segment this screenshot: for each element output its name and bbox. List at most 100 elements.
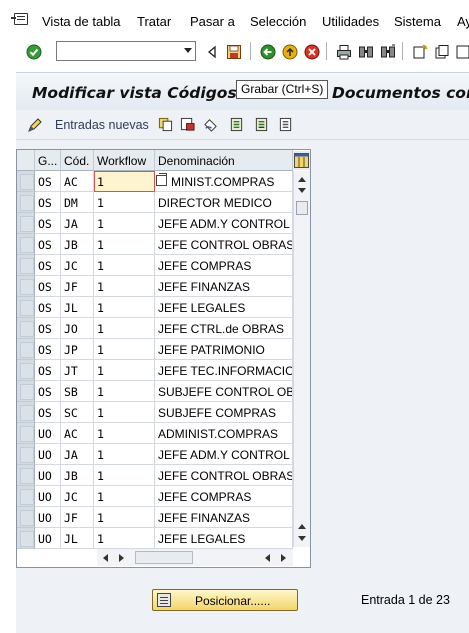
- cell-code: JL: [61, 297, 94, 318]
- cell-workflow[interactable]: 1: [94, 255, 155, 276]
- new-session-icon[interactable]: [412, 44, 428, 60]
- scroll-left-icon[interactable]: [103, 554, 108, 562]
- cell-workflow[interactable]: 1: [94, 213, 155, 234]
- cell-workflow[interactable]: 1: [94, 423, 155, 444]
- cell-code: JC: [61, 486, 94, 507]
- table-row: OS JT 1 JEFE TEC.INFORMACION: [17, 360, 310, 381]
- cell-group: UO: [35, 486, 61, 507]
- chevron-down-icon[interactable]: [184, 48, 192, 53]
- cell-workflow[interactable]: 1: [94, 339, 155, 360]
- table-row: UO AC 1 ADMINIST.COMPRAS: [17, 423, 310, 444]
- row-selector[interactable]: [17, 297, 35, 318]
- find-icon[interactable]: [358, 44, 374, 60]
- row-selector[interactable]: [17, 213, 35, 234]
- scroll-right-icon[interactable]: [119, 554, 124, 562]
- column-header-group[interactable]: G...: [35, 150, 61, 171]
- column-header-workflow[interactable]: Workflow: [94, 150, 155, 171]
- scroll-up-icon[interactable]: [298, 177, 306, 182]
- vertical-scrollbar[interactable]: [293, 171, 310, 547]
- row-selector[interactable]: [17, 339, 35, 360]
- column-header-code[interactable]: Cód.: [61, 150, 94, 171]
- row-selector[interactable]: [17, 318, 35, 339]
- save-icon[interactable]: [226, 44, 242, 60]
- scroll-left-end-icon[interactable]: [265, 554, 270, 562]
- row-selector[interactable]: [17, 255, 35, 276]
- page-up-icon[interactable]: [298, 524, 306, 529]
- table-row: OS JO 1 JEFE CTRL.de OBRAS: [17, 318, 310, 339]
- select-all-header[interactable]: [17, 150, 35, 171]
- layout-menu-icon[interactable]: [455, 44, 469, 60]
- exit-icon[interactable]: [282, 44, 298, 60]
- cell-workflow-text: 1: [97, 532, 104, 546]
- scroll-thumb[interactable]: [296, 201, 308, 215]
- command-field[interactable]: [56, 41, 196, 61]
- cell-workflow[interactable]: 1: [94, 465, 155, 486]
- column-header-denomination[interactable]: Denominación: [155, 150, 293, 171]
- cell-denomination: JEFE CONTROL OBRAS: [155, 234, 293, 255]
- cell-workflow[interactable]: 1: [94, 444, 155, 465]
- collapse-toolbar-icon[interactable]: [204, 44, 220, 60]
- cell-denomination: JEFE CONTROL OBRAS: [155, 465, 293, 486]
- table-settings-icon[interactable]: [293, 151, 310, 170]
- system-menu-icon[interactable]: [11, 13, 28, 25]
- position-button[interactable]: Posicionar......: [152, 589, 298, 611]
- row-selector[interactable]: [17, 444, 35, 465]
- cell-workflow[interactable]: 1: [94, 276, 155, 297]
- scroll-down-icon[interactable]: [298, 536, 306, 541]
- cell-workflow[interactable]: 1: [94, 402, 155, 423]
- delete-icon[interactable]: [180, 117, 195, 132]
- cell-code: JP: [61, 339, 94, 360]
- find-next-icon[interactable]: [380, 44, 396, 60]
- cell-denomination: JEFE FINANZAS: [155, 507, 293, 528]
- menu-utilidades[interactable]: Utilidades: [322, 14, 379, 29]
- menu-vista-de-tabla[interactable]: Vista de tabla: [42, 14, 121, 29]
- menu-ayuda[interactable]: Ay: [457, 14, 469, 29]
- scroll-right-end-icon[interactable]: [281, 554, 286, 562]
- select-block-icon[interactable]: [254, 117, 269, 132]
- menu-seleccion[interactable]: Selección: [250, 14, 306, 29]
- horizontal-scroll-thumb[interactable]: [135, 551, 193, 564]
- page-down-icon[interactable]: [298, 188, 306, 193]
- cell-workflow-text: 1: [97, 511, 104, 525]
- new-entries-button[interactable]: Entradas nuevas: [55, 118, 149, 132]
- pencil-icon[interactable]: [27, 117, 43, 133]
- cell-workflow[interactable]: 1: [94, 318, 155, 339]
- select-all-icon[interactable]: [229, 117, 244, 132]
- cell-denomination: JEFE ADM.Y CONTROL: [155, 444, 293, 465]
- row-selector[interactable]: [17, 465, 35, 486]
- copy-as-icon[interactable]: [158, 117, 173, 132]
- row-selector[interactable]: [17, 171, 35, 192]
- row-selector[interactable]: [17, 234, 35, 255]
- row-selector[interactable]: [17, 360, 35, 381]
- shortcut-icon[interactable]: [434, 44, 450, 60]
- cell-workflow[interactable]: 1: [94, 297, 155, 318]
- cell-workflow[interactable]: 1: [94, 528, 155, 549]
- back-icon[interactable]: [260, 44, 276, 60]
- print-icon[interactable]: [336, 44, 352, 60]
- deselect-all-icon[interactable]: [278, 117, 293, 132]
- menu-tratar[interactable]: Tratar: [137, 14, 171, 29]
- cell-workflow[interactable]: 1: [94, 171, 155, 192]
- menu-pasar-a[interactable]: Pasar a: [190, 14, 235, 29]
- cell-denomination: JEFE COMPRAS: [155, 486, 293, 507]
- row-selector[interactable]: [17, 276, 35, 297]
- row-selector[interactable]: [17, 507, 35, 528]
- row-selector[interactable]: [17, 423, 35, 444]
- cell-workflow[interactable]: 1: [94, 486, 155, 507]
- enter-icon[interactable]: [26, 44, 42, 60]
- cell-workflow[interactable]: 1: [94, 507, 155, 528]
- cell-workflow[interactable]: 1: [94, 360, 155, 381]
- row-selector[interactable]: [17, 402, 35, 423]
- cell-workflow[interactable]: 1: [94, 192, 155, 213]
- cell-workflow[interactable]: 1: [94, 381, 155, 402]
- value-help-icon[interactable]: [156, 173, 167, 186]
- undo-change-icon[interactable]: [203, 117, 218, 132]
- row-selector[interactable]: [17, 192, 35, 213]
- menu-sistema[interactable]: Sistema: [394, 14, 441, 29]
- cell-workflow[interactable]: 1: [94, 234, 155, 255]
- cancel-icon[interactable]: [304, 44, 320, 60]
- row-selector[interactable]: [17, 381, 35, 402]
- row-selector[interactable]: [17, 528, 35, 549]
- horizontal-scrollbar[interactable]: [97, 548, 293, 566]
- row-selector[interactable]: [17, 486, 35, 507]
